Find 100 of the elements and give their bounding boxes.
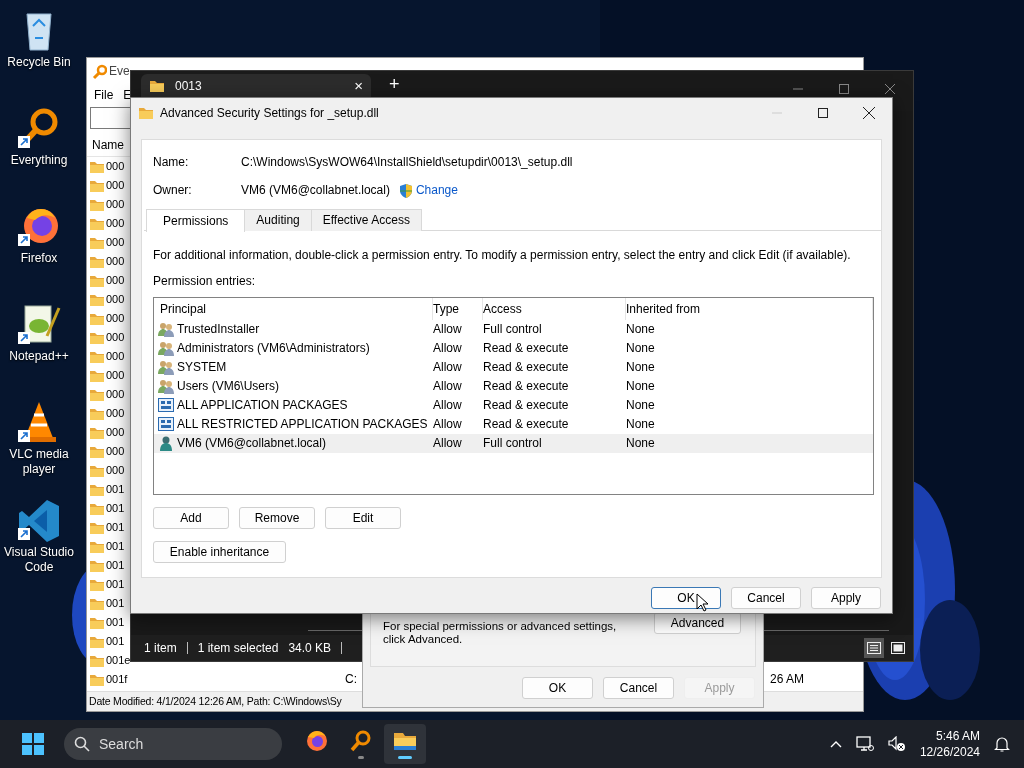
table-cell: ALL RESTRICTED APPLICATION PACKAGES (177, 417, 428, 432)
file-name: 000 (106, 425, 125, 440)
dialog-button[interactable]: Cancel (731, 587, 801, 609)
field-label: Owner: (153, 183, 193, 198)
table-row[interactable]: VM6 (VM6@collabnet.local) Allow Full control None (154, 433, 873, 453)
file-name: 000 (106, 159, 125, 174)
ok-button[interactable]: OK (522, 677, 593, 699)
entry-button[interactable]: Remove (239, 506, 315, 529)
advanced-button[interactable]: Advanced (654, 612, 741, 634)
table-cell: ALL APPLICATION PACKAGES (177, 398, 348, 413)
maximize-icon (839, 84, 849, 94)
bell-icon[interactable] (994, 736, 1010, 752)
people-icon (158, 359, 174, 376)
field-value: C:\Windows\SysWOW64\InstallShield\setupdir\0013\_setup.dll (241, 155, 573, 170)
file-name: 000 (106, 311, 125, 326)
dialog-button[interactable]: Cancel (603, 677, 674, 699)
status-text: 34.0 KB (288, 640, 332, 656)
file-name: 000 (106, 292, 125, 307)
table-row[interactable]: Users (VM6\Users) Allow Read & execute None (154, 376, 873, 396)
dialog-button[interactable]: Apply (811, 587, 881, 609)
table-cell: Read & execute (483, 417, 569, 432)
column-header[interactable]: Type (433, 297, 483, 320)
table-row[interactable]: ALL RESTRICTED APPLICATION PACKAGES Allow Read & execute None (154, 414, 873, 434)
file-name: 000 (106, 178, 125, 193)
close-tab-button[interactable]: × (354, 77, 363, 95)
column-header[interactable]: Inherited from (626, 297, 873, 320)
table-cell: Read & execute (483, 398, 569, 413)
table-cell: Allow (433, 341, 462, 356)
ok-button[interactable]: OK (651, 587, 721, 609)
status-text: 1 item selected (197, 640, 279, 656)
icon-label: Everything (10, 153, 68, 168)
table-row[interactable]: Administrators (VM6\Administrators) Allow Read & execute None (154, 338, 873, 358)
file-name: 000 (106, 349, 125, 364)
notepad-icon[interactable] (17, 302, 61, 346)
table-cell: SYSTEM (177, 360, 227, 375)
clock-time[interactable]: 5:46 AM (935, 728, 980, 744)
table-cell: Read & execute (483, 341, 569, 356)
chevron-up-icon[interactable] (829, 740, 842, 748)
person-icon (158, 435, 174, 452)
field-label: Name: (153, 155, 190, 170)
search-icon (74, 736, 90, 752)
tab[interactable]: Permissions (146, 209, 246, 232)
table-cell: Allow (433, 322, 462, 337)
permission-table[interactable] (153, 296, 874, 495)
folder-icon (138, 105, 154, 121)
file-name: 000 (106, 463, 125, 478)
table-cell: Read & execute (483, 379, 569, 394)
menu-item[interactable]: File (94, 87, 114, 103)
details-view-button[interactable] (864, 638, 884, 658)
windows-logo-icon (22, 733, 44, 755)
network-icon[interactable] (855, 736, 874, 752)
clock-date[interactable]: 12/26/2024 (919, 744, 980, 760)
mouse-cursor (696, 593, 708, 612)
column-header[interactable]: Principal (160, 297, 433, 320)
table-row[interactable]: SYSTEM Allow Read & execute None (154, 357, 873, 377)
table-cell: Allow (433, 436, 462, 451)
icon-label: Notepad++ (9, 349, 69, 364)
entry-button[interactable]: Add (153, 506, 229, 529)
entry-button[interactable]: Edit (325, 506, 401, 529)
status-text: Date Modified: 4/1/2024 12:26 AM, Path: C:\Windows\Sy (89, 695, 342, 708)
people-icon (158, 321, 174, 338)
table-cell: Full control (483, 322, 542, 337)
file-name: 000 (106, 235, 125, 250)
people-icon (158, 378, 174, 395)
change-link[interactable]: Change (415, 183, 458, 198)
code-editor-icon[interactable] (17, 498, 61, 542)
folder-icon (149, 78, 165, 94)
window-tab[interactable]: 0013 × (141, 74, 371, 98)
fox-globe-icon (305, 729, 329, 753)
table-cell: None (626, 436, 655, 451)
file-name: 001 (106, 539, 125, 554)
tab[interactable]: Effective Access (310, 209, 422, 231)
file-name: 000 (106, 254, 125, 269)
search-field[interactable]: Search (64, 728, 282, 760)
muted-speaker-icon[interactable] (887, 736, 906, 752)
taskbar-app-button[interactable] (384, 724, 426, 764)
description-text: For special permissions or advanced settings, click Advanced. (383, 620, 618, 646)
magnifier-icon (349, 729, 373, 753)
new-tab-button[interactable]: + (389, 74, 400, 96)
table-cell: Administrators (VM6\Administrators) (177, 341, 370, 356)
file-name: 001 (106, 501, 125, 516)
icon-label: Recycle Bin (7, 55, 71, 70)
table-row[interactable]: TrustedInstaller Allow Full control None (154, 319, 873, 339)
close-icon (863, 107, 875, 119)
tab[interactable]: Auditing (244, 209, 312, 231)
icon-label: Firefox (20, 251, 58, 266)
file-name: 001 (106, 596, 125, 611)
file-name: 001f (106, 672, 128, 687)
table-cell: VM6 (VM6@collabnet.local) (177, 436, 326, 451)
status-text: 1 item (144, 640, 177, 656)
list-icon (867, 642, 881, 654)
inheritance-button[interactable]: Enable inheritance (153, 540, 286, 563)
column-header[interactable]: Access (483, 297, 626, 320)
magnifier-icon (92, 63, 107, 80)
window-title: Eve (109, 64, 130, 79)
section-label: Permission entries: (153, 274, 257, 289)
column-header[interactable]: Name (92, 138, 124, 153)
table-row[interactable]: ALL APPLICATION PACKAGES Allow Read & execute None (154, 395, 873, 415)
menu-item[interactable]: E (123, 87, 132, 103)
shield-icon (398, 183, 413, 198)
